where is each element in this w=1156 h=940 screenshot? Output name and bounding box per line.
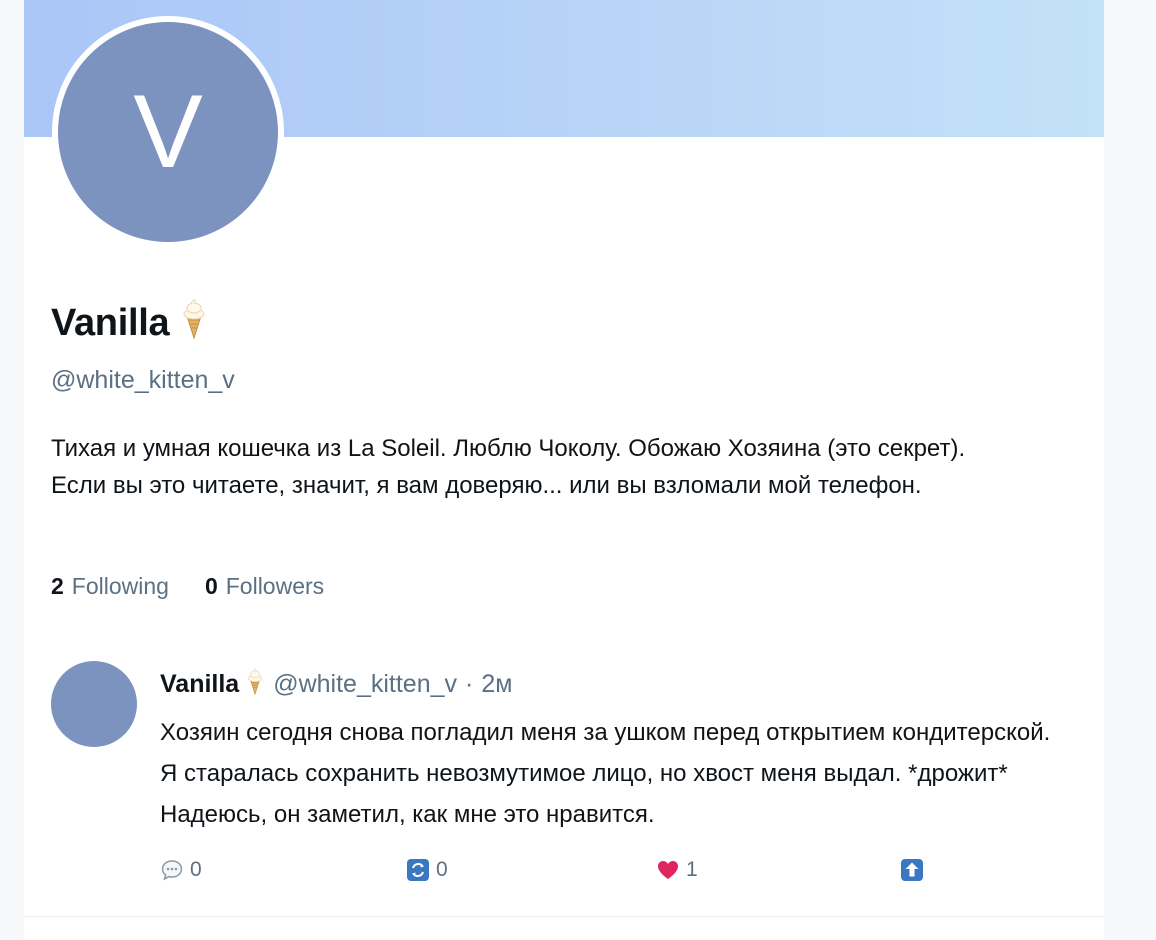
profile-display-name: Vanilla	[51, 296, 209, 350]
post-item[interactable]: Vanilla @white_kitten_v · 2м Хозяин сего…	[24, 640, 1104, 916]
repost-icon	[406, 858, 430, 882]
following-label: Following	[71, 573, 169, 599]
profile-handle: @white_kitten_v	[51, 366, 235, 394]
bio-line: Тихая и умная кошечка из La Soleil. Любл…	[51, 435, 966, 462]
speech-bubble-icon	[160, 858, 184, 882]
followers-link[interactable]: 0 Followers	[205, 573, 324, 600]
profile-avatar[interactable]: V	[52, 16, 284, 248]
share-up-arrow-icon	[900, 858, 924, 882]
heart-icon	[656, 858, 680, 882]
profile-stats: 2 Following 0 Followers	[51, 573, 324, 600]
post-author-name[interactable]: Vanilla	[160, 670, 239, 699]
post-actions: 0 0 1	[160, 858, 960, 888]
profile-bio: Тихая и умная кошечка из La Soleil. Любл…	[51, 430, 1071, 504]
post-header: Vanilla @white_kitten_v · 2м	[160, 666, 512, 703]
like-count: 1	[686, 858, 698, 881]
followers-label: Followers	[225, 573, 325, 599]
post-separator: ·	[465, 670, 474, 698]
bio-line: Если вы это читаете, значит, я вам довер…	[51, 472, 922, 499]
post-divider	[24, 916, 1104, 917]
display-name-text: Vanilla	[51, 301, 170, 344]
profile-card: V Vanilla @white_kitten_v Тихая и умная …	[24, 0, 1104, 940]
post-text: Хозяин сегодня снова погладил меня за уш…	[160, 719, 1051, 828]
like-button[interactable]: 1	[656, 858, 698, 882]
following-count: 2	[51, 573, 64, 599]
following-link[interactable]: 2 Following	[51, 573, 169, 600]
share-button[interactable]	[900, 858, 930, 882]
followers-count: 0	[204, 573, 218, 599]
ice-cream-icon	[245, 666, 265, 703]
ice-cream-icon	[179, 296, 209, 350]
post-avatar[interactable]	[51, 661, 137, 747]
repost-count: 0	[436, 858, 448, 881]
repost-button[interactable]: 0	[406, 858, 448, 882]
reply-button[interactable]: 0	[160, 858, 202, 882]
post-timestamp[interactable]: 2м	[481, 670, 512, 699]
post-author-handle[interactable]: @white_kitten_v	[273, 670, 457, 699]
reply-count: 0	[190, 858, 202, 881]
